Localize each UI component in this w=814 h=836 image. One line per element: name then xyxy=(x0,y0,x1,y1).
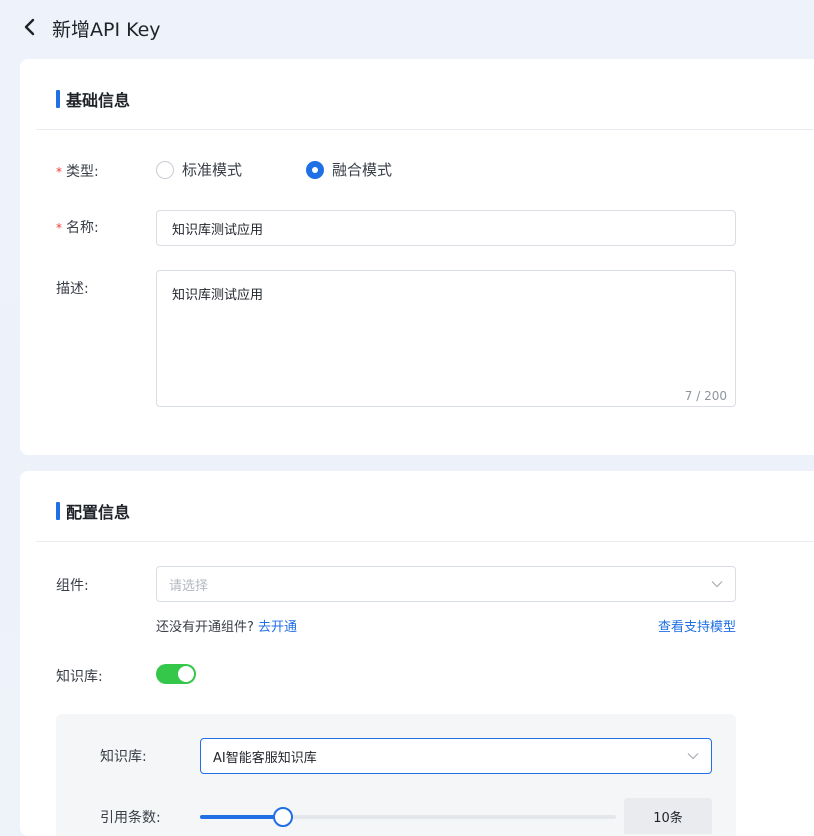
required-mark: * xyxy=(56,221,62,235)
section-divider xyxy=(36,541,814,542)
radio-circle-icon xyxy=(156,160,174,179)
radio-standard-mode[interactable]: 标准模式 xyxy=(156,159,242,180)
required-mark: * xyxy=(56,165,62,179)
chevron-down-icon xyxy=(711,581,723,588)
cite-count-value: 10条 xyxy=(624,798,712,834)
component-placeholder: 请选择 xyxy=(169,578,209,594)
name-label: * 名称: xyxy=(56,217,99,237)
type-label: * 类型: xyxy=(56,161,99,181)
type-radio-group: 标准模式 融合模式 xyxy=(156,159,456,180)
config-info-card: 配置信息 组件: 请选择 还没有开通组件? 去开通 查看支持模型 知识库: 知识… xyxy=(20,471,814,836)
name-input[interactable]: 知识库测试应用 xyxy=(156,210,736,246)
slider-thumb[interactable] xyxy=(273,807,294,827)
desc-label: 描述: xyxy=(56,281,89,297)
section-accent-bar xyxy=(56,90,60,108)
config-info-title: 配置信息 xyxy=(56,499,130,523)
radio-fusion-label: 融合模式 xyxy=(332,161,393,179)
kb-select-label: 知识库: xyxy=(100,749,147,765)
char-counter: 7 / 200 xyxy=(684,389,727,403)
component-select[interactable]: 请选择 xyxy=(156,566,736,602)
toggle-knob xyxy=(178,666,194,682)
kb-toggle-label: 知识库: xyxy=(56,669,103,685)
kb-select-value: AI智能客服知识库 xyxy=(213,750,317,766)
view-supported-models-link[interactable]: 查看支持模型 xyxy=(658,616,736,635)
config-info-title-text: 配置信息 xyxy=(66,503,131,522)
cite-count-slider[interactable] xyxy=(200,807,616,827)
description-value: 知识库测试应用 xyxy=(172,288,264,303)
description-textarea[interactable]: 知识库测试应用 7 / 200 xyxy=(156,270,736,407)
kb-settings-panel: 知识库: AI智能客服知识库 引用条数: 10条 xyxy=(56,714,736,836)
kb-toggle-switch[interactable] xyxy=(156,664,196,684)
page-header: 新增API Key xyxy=(0,0,814,58)
name-input-value: 知识库测试应用 xyxy=(172,222,264,238)
component-hint-text: 还没有开通组件? xyxy=(156,620,254,635)
radio-checked-icon xyxy=(306,160,325,179)
kb-select[interactable]: AI智能客服知识库 xyxy=(200,738,712,774)
basic-info-card: 基础信息 * 类型: 标准模式 融合模式 * 名称: 知识库测试应用 描述: 知识库… xyxy=(20,59,814,455)
component-label: 组件: xyxy=(56,578,89,594)
radio-fusion-mode[interactable]: 融合模式 xyxy=(306,159,392,180)
back-arrow-icon[interactable] xyxy=(22,17,38,37)
component-hint: 还没有开通组件? 去开通 xyxy=(156,616,297,635)
type-label-text: 类型: xyxy=(66,164,99,180)
name-label-text: 名称: xyxy=(66,220,99,236)
chevron-down-icon xyxy=(687,753,699,760)
cite-count-label: 引用条数: xyxy=(100,810,161,826)
page-title: 新增API Key xyxy=(52,19,161,41)
basic-info-title: 基础信息 xyxy=(56,87,130,111)
component-hint-row: 还没有开通组件? 去开通 查看支持模型 xyxy=(156,616,736,635)
section-divider xyxy=(36,129,814,130)
slider-fill xyxy=(200,815,284,819)
radio-standard-label: 标准模式 xyxy=(182,161,243,179)
basic-info-title-text: 基础信息 xyxy=(66,91,131,110)
activate-link[interactable]: 去开通 xyxy=(258,620,297,635)
section-accent-bar xyxy=(56,502,60,520)
